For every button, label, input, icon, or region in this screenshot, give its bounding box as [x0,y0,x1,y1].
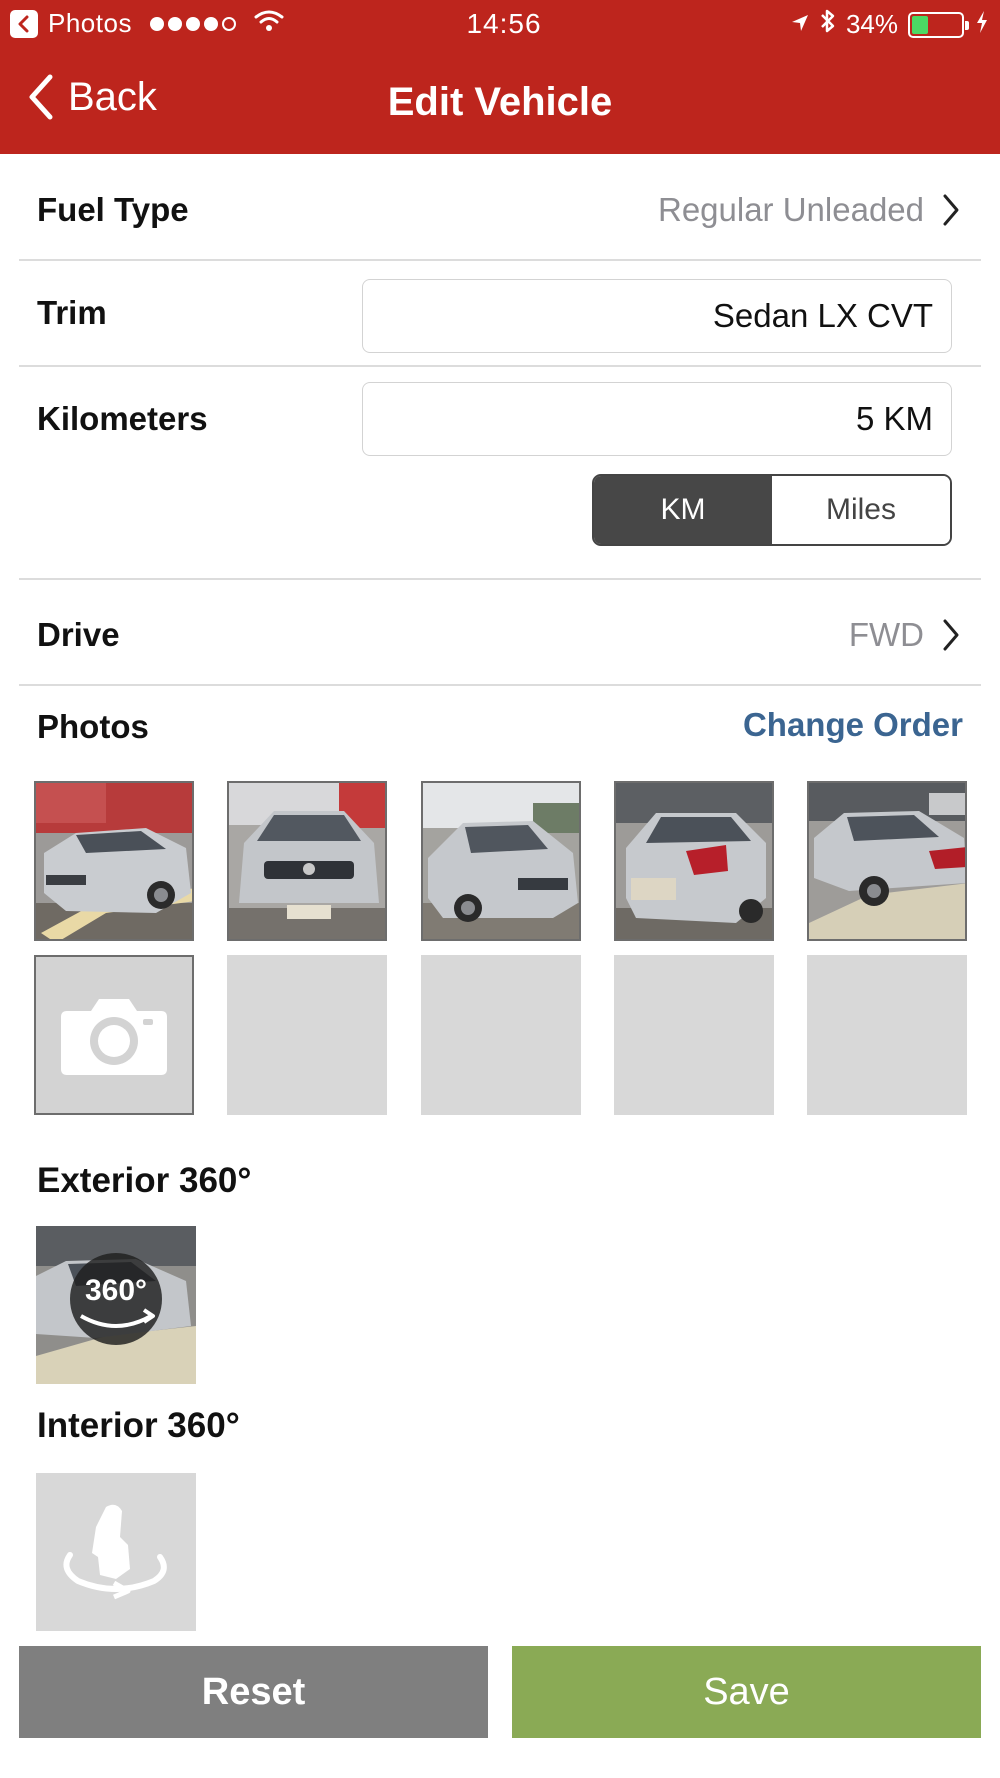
add-photo-button[interactable] [34,955,194,1115]
page-title: Edit Vehicle [387,80,613,124]
vehicle-photo-2[interactable] [227,781,387,941]
divider [19,259,981,261]
location-arrow-icon [790,9,810,40]
chevron-right-icon [943,194,959,226]
interior-360-placeholder[interactable] [36,1473,196,1631]
divider [19,365,981,367]
chevron-right-icon [943,619,959,651]
battery-percent: 34% [845,9,898,39]
seat-rotate-icon [63,1504,167,1600]
bluetooth-icon [820,8,836,41]
360-badge: 360° [84,1274,148,1307]
status-bar-right: 34% [780,8,988,41]
unit-option-miles[interactable]: Miles [772,476,950,544]
change-order-link[interactable]: Change Order [743,706,963,744]
fuel-type-value[interactable]: Regular Unleaded [658,191,960,229]
status-bar: Photos 14:56 34% [0,0,1000,48]
camera-icon [61,999,167,1075]
exterior-360-thumbnail[interactable]: 360° [36,1226,196,1384]
divider [19,578,981,580]
unit-toggle: KM Miles [592,474,952,546]
battery-icon [908,11,969,38]
vehicle-photo-4[interactable] [614,781,774,941]
empty-photo-slot [227,955,387,1115]
empty-photo-slot [614,955,774,1115]
exterior-360-title: Exterior 360° [37,1161,252,1200]
vehicle-photo-3[interactable] [421,781,581,941]
vehicle-photo-5[interactable] [807,781,967,941]
header: Photos 14:56 34% Back Edit Vehicle [0,0,1000,154]
interior-360-title: Interior 360° [37,1406,240,1445]
kilometers-label: Kilometers [37,400,208,437]
empty-photo-slot [807,955,967,1115]
nav-bar: Back Edit Vehicle [0,48,1000,154]
save-button[interactable]: Save [512,1646,981,1738]
reset-button[interactable]: Reset [19,1646,488,1738]
divider [19,684,981,686]
trim-label: Trim [37,294,107,331]
trim-input[interactable] [362,279,952,353]
vehicle-photo-1[interactable] [34,781,194,941]
drive-value[interactable]: FWD [849,616,960,654]
unit-option-km[interactable]: KM [594,476,772,544]
photos-title: Photos [37,708,149,745]
fuel-type-label: Fuel Type [37,191,189,228]
drive-text: FWD [848,616,924,653]
empty-photo-slot [421,955,581,1115]
kilometers-input[interactable] [362,382,952,456]
fuel-type-text: Regular Unleaded [657,191,924,228]
drive-label: Drive [37,616,120,653]
charging-bolt-icon [976,9,988,40]
